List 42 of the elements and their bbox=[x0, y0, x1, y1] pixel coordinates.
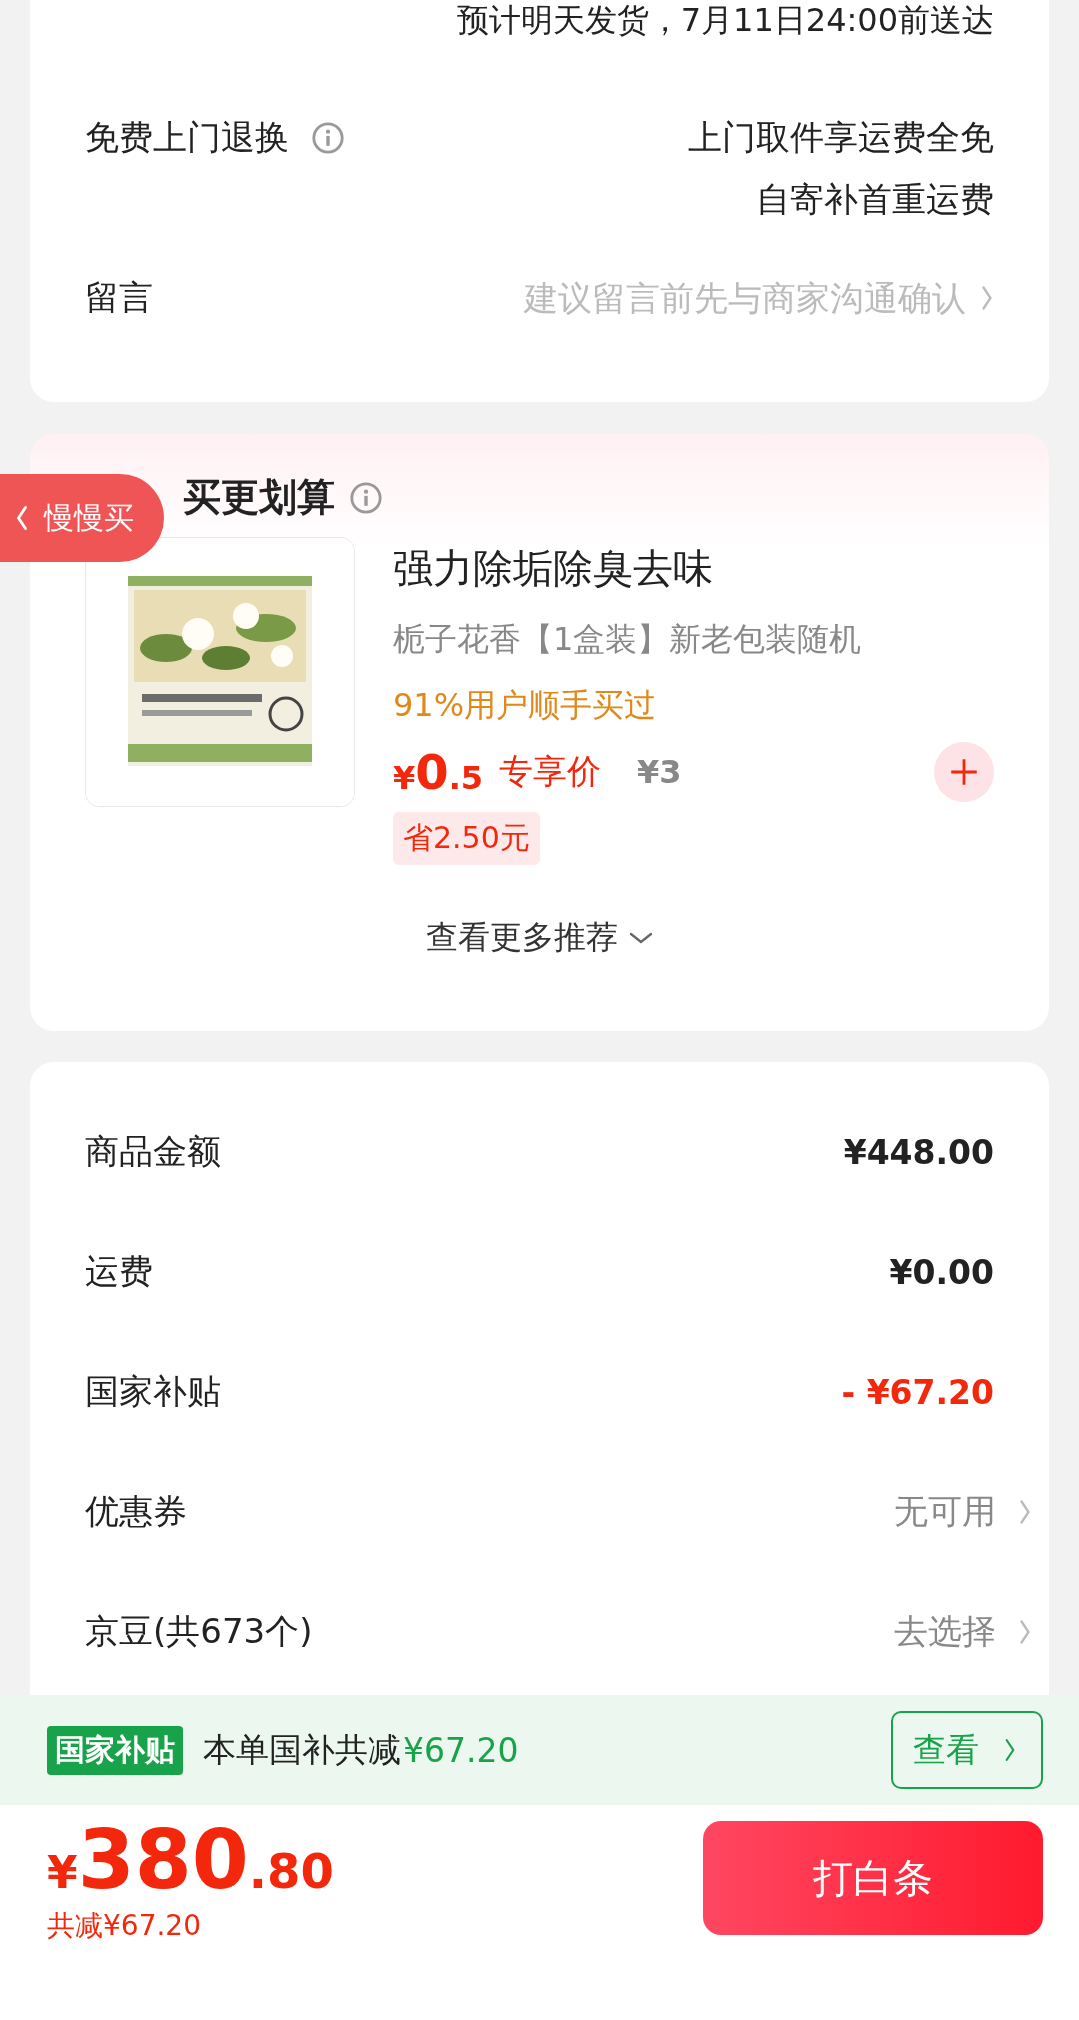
summary-label: 京豆(共673个) bbox=[85, 1610, 313, 1653]
discount-value: - ¥67.20 bbox=[841, 1372, 994, 1412]
return-service-label: 免费上门退换 bbox=[85, 116, 289, 159]
pay-button[interactable]: 打白条 bbox=[703, 1821, 1043, 1935]
add-button[interactable] bbox=[934, 742, 994, 802]
back-tab[interactable]: 慢慢买 bbox=[0, 474, 164, 562]
more-link[interactable]: 查看更多推荐 bbox=[85, 915, 994, 961]
view-button[interactable]: 查看 bbox=[891, 1711, 1043, 1789]
product-spec: 栀子花香【1盒装】新老包装随机 bbox=[393, 619, 863, 660]
return-service-detail: 上门取件享运费全免 bbox=[688, 116, 994, 159]
original-price: ¥3 bbox=[637, 753, 682, 791]
chevron-left-icon bbox=[14, 504, 30, 532]
summary-label: 优惠券 bbox=[85, 1490, 187, 1533]
price-label: 专享价 bbox=[499, 750, 602, 793]
summary-option[interactable]: 无可用 bbox=[894, 1489, 996, 1535]
message-label: 留言 bbox=[85, 276, 153, 319]
total-price: ¥380.80 bbox=[47, 1819, 334, 1901]
return-service-detail: 自寄补首重运费 bbox=[756, 178, 994, 221]
delivery-estimate: 预计明天发货，7月11日24:00前送达 bbox=[455, 0, 994, 40]
chevron-right-icon bbox=[980, 284, 994, 312]
info-icon[interactable] bbox=[311, 121, 345, 155]
subsidy-text: 本单国补共减 bbox=[203, 1728, 401, 1771]
product-name: 强力除垢除臭去味 bbox=[393, 544, 714, 593]
subsidy-badge: 国家补贴 bbox=[47, 1725, 183, 1775]
chevron-right-icon bbox=[1003, 1737, 1017, 1763]
chevron-right-icon bbox=[1018, 1618, 1032, 1646]
subsidy-amount: ¥67.20 bbox=[403, 1730, 519, 1770]
purchase-stat: 91%用户顺手买过 bbox=[393, 685, 658, 726]
summary-label: 国家补贴 bbox=[85, 1370, 221, 1413]
deal-price: ¥0.5 bbox=[393, 744, 484, 800]
info-icon[interactable] bbox=[349, 480, 383, 515]
section-title: 买更划算 bbox=[183, 474, 335, 521]
chevron-right-icon bbox=[1018, 1498, 1032, 1526]
summary-label: 运费 bbox=[85, 1250, 153, 1293]
total-saving: 共减¥67.20 bbox=[47, 1908, 202, 1944]
summary-option[interactable]: 去选择 bbox=[894, 1609, 996, 1655]
chevron-down-icon bbox=[627, 930, 654, 946]
message-field[interactable]: 建议留言前先与商家沟通确认 bbox=[406, 278, 966, 318]
saving-tag: 省2.50元 bbox=[393, 812, 540, 865]
summary-label: 商品金额 bbox=[85, 1130, 221, 1173]
summary-value: ¥448.00 bbox=[843, 1132, 994, 1172]
summary-value: ¥0.00 bbox=[889, 1252, 994, 1292]
